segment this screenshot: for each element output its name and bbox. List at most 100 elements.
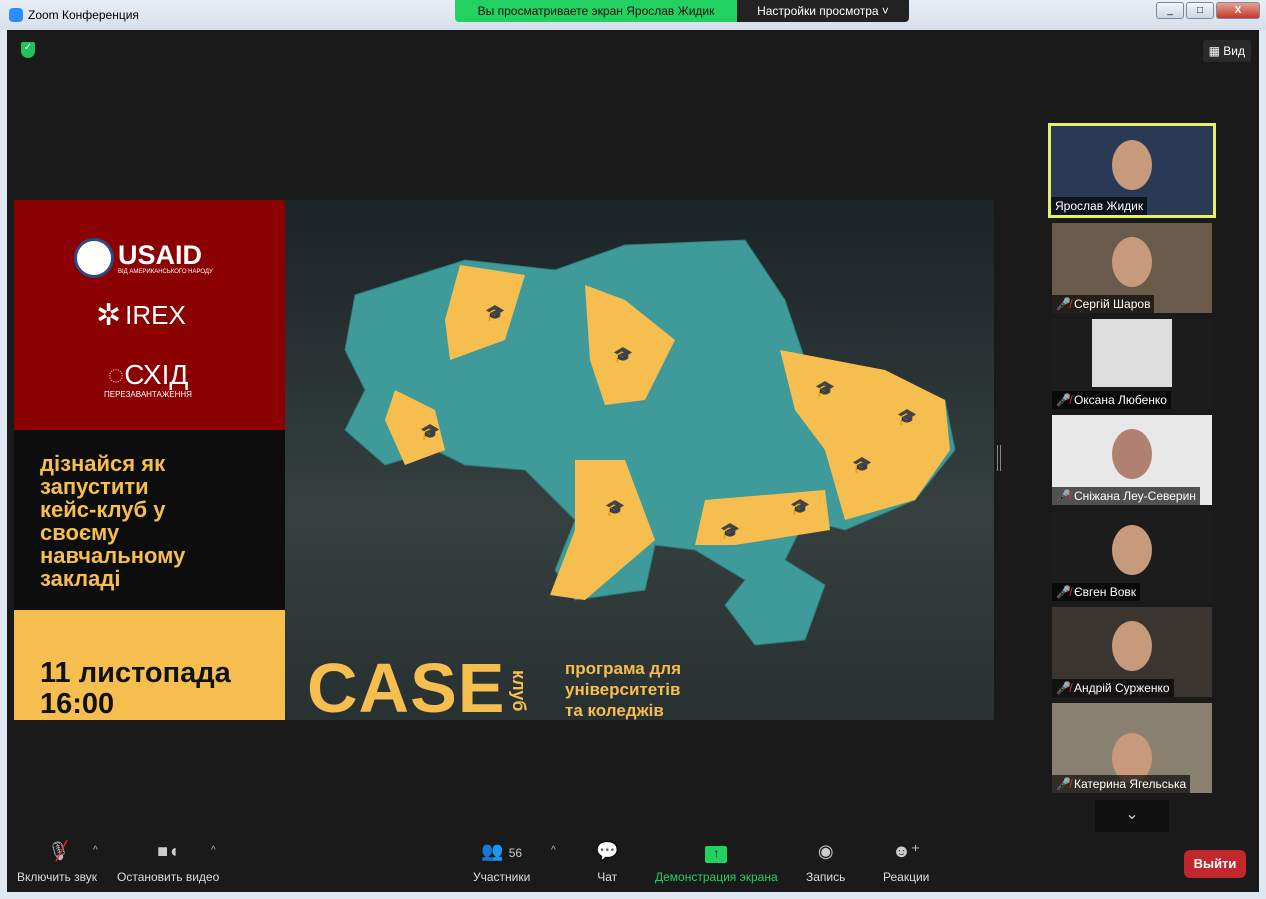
view-settings-label: Настройки просмотра: [757, 4, 879, 18]
headline-line: навчальному: [40, 543, 186, 568]
share-screen-icon: ↑: [655, 841, 778, 865]
usaid-text: USAID: [118, 239, 203, 270]
shared-screen-slide: USAID ВІД АМЕРИКАНСЬКОГО НАРОДУ ✲ IREX ◌…: [14, 200, 994, 720]
record-icon: ◉: [817, 841, 834, 861]
stop-video-button[interactable]: ■◖ Остановить видео: [117, 841, 219, 884]
security-shield-icon[interactable]: ✓: [21, 42, 35, 58]
headline-line: своєму: [40, 520, 120, 545]
scroll-down-button[interactable]: ⌄: [1095, 800, 1169, 832]
participant-name: Євген Вовк: [1073, 585, 1137, 599]
reactions-button[interactable]: ☻⁺ Реакции: [883, 841, 929, 884]
spinner-icon: ◌: [107, 359, 125, 390]
participant-name: Оксана Любенко: [1073, 393, 1167, 407]
share-screen-button[interactable]: ↑ Демонстрация экрана: [655, 841, 778, 884]
participant-name: Сніжана Леу-Северин: [1073, 489, 1196, 503]
video-tile[interactable]: 🎤̸ Євген Вовк: [1052, 511, 1212, 601]
svg-text:🎓: 🎓: [720, 523, 740, 540]
program-line: та коледжів: [565, 701, 664, 720]
usaid-seal-icon: [74, 238, 114, 278]
participant-name: Ярослав Жидик: [1051, 197, 1148, 215]
video-tile[interactable]: Ярослав Жидик: [1048, 123, 1216, 218]
muted-mic-icon: 🎤̸: [1056, 585, 1071, 599]
participants-icon: 👥 56: [481, 841, 523, 861]
case-title: CASE: [307, 649, 506, 720]
headline-line: запустити: [40, 474, 149, 499]
muted-mic-icon: 🎤̸: [1056, 681, 1071, 695]
svg-text:🎓: 🎓: [815, 381, 835, 398]
event-time: 16:00: [40, 688, 115, 720]
chevron-down-icon: ⌄: [1125, 806, 1139, 823]
logos-panel: USAID ВІД АМЕРИКАНСЬКОГО НАРОДУ ✲ IREX ◌…: [14, 200, 285, 430]
reaction-emoji-icon: ☻⁺: [891, 841, 921, 861]
stop-video-label: Остановить видео: [117, 870, 220, 884]
audio-options-caret[interactable]: ^: [93, 845, 98, 856]
participant-video: [1112, 429, 1152, 479]
panel-resize-handle[interactable]: [997, 445, 1001, 471]
svg-text:🎓: 🎓: [420, 424, 440, 441]
meeting-toolbar: 🎙╱ Включить звук ^ ■◖ Остановить видео ^ 👥…: [7, 835, 1259, 892]
meeting-area: ✓ ▦ Вид USAID ВІД АМЕРИКАНСЬКОГО НАРОДУ …: [7, 30, 1259, 892]
participant-name-tag: 🎤̸ Сергій Шаров: [1052, 295, 1155, 313]
irex-text: IREX: [125, 300, 186, 330]
chat-label: Чат: [597, 870, 618, 884]
video-tile[interactable]: 🎤̸ Сніжана Леу-Северин: [1052, 415, 1212, 505]
video-options-caret[interactable]: ^: [211, 845, 216, 856]
date-panel: 11 листопада 16:00: [14, 610, 285, 720]
view-settings-dropdown[interactable]: Настройки просмотра ˅: [737, 0, 909, 22]
svg-text:🎓: 🎓: [605, 500, 625, 517]
conference-room-background: 🎓 🎓 🎓 🎓 🎓 🎓 🎓 🎓 🎓: [285, 200, 994, 720]
close-button[interactable]: X: [1216, 2, 1260, 19]
video-tile[interactable]: 🎤̸ Катерина Ягельська: [1052, 703, 1212, 793]
view-button[interactable]: ▦ Вид: [1202, 40, 1251, 62]
participants-button[interactable]: 👥 56 Участники: [473, 841, 530, 884]
app-title: Zoom Конференция: [28, 8, 139, 22]
unmute-button[interactable]: 🎙╱ Включить звук: [17, 841, 97, 884]
klub-label: клуб: [509, 670, 529, 712]
zoom-logo-icon: [9, 8, 23, 22]
participant-photo: [1092, 319, 1172, 387]
svg-text:🎓: 🎓: [897, 409, 917, 426]
program-text: програма для університетів та коледжів: [565, 658, 681, 720]
record-button[interactable]: ◉ Запись: [806, 841, 845, 884]
unmute-label: Включить звук: [17, 870, 98, 884]
video-tile[interactable]: 🎤̸ Сергій Шаров: [1052, 223, 1212, 313]
event-date: 11 листопада: [40, 657, 231, 689]
participant-video: [1112, 525, 1152, 575]
irex-emblem-icon: ✲: [96, 299, 122, 332]
participant-name-tag: 🎤̸ Євген Вовк: [1052, 583, 1141, 601]
headline-line: дізнайся як: [40, 451, 166, 476]
chat-button[interactable]: 💬 Чат: [596, 841, 618, 884]
muted-mic-icon: 🎤̸: [1056, 489, 1071, 503]
record-label: Запись: [806, 870, 846, 884]
skhid-subtitle: ПЕРЕЗАВАНТАЖЕННЯ: [104, 390, 192, 399]
participant-name: Сергій Шаров: [1073, 297, 1151, 311]
view-label: Вид: [1223, 44, 1245, 58]
headline-panel: дізнайся як запустити кейс-клуб у своєму…: [14, 430, 285, 610]
skhid-logo: ◌СХІД ПЕРЕЗАВАНТАЖЕННЯ: [104, 359, 192, 400]
svg-text:🎓: 🎓: [852, 457, 872, 474]
reactions-label: Реакции: [883, 870, 930, 884]
muted-mic-icon: 🎤̸: [1056, 393, 1071, 407]
screen-share-banner: Вы просматриваете экран Ярослав Жидик: [455, 0, 737, 22]
video-tile[interactable]: 🎤̸ Оксана Любенко: [1052, 319, 1212, 409]
video-tile[interactable]: 🎤̸ Андрій Сурженко: [1052, 607, 1212, 697]
video-camera-icon: ■◖: [157, 841, 179, 861]
usaid-logo: USAID ВІД АМЕРИКАНСЬКОГО НАРОДУ: [74, 238, 213, 278]
participants-label: Участники: [473, 870, 531, 884]
leave-button[interactable]: Выйти: [1184, 850, 1246, 878]
usaid-subtitle: ВІД АМЕРИКАНСЬКОГО НАРОДУ: [118, 268, 213, 275]
participant-name: Андрій Сурженко: [1073, 681, 1170, 695]
headline-line: кейс-клуб у: [40, 497, 166, 522]
participants-options-caret[interactable]: ^: [551, 845, 556, 856]
maximize-button[interactable]: □: [1186, 2, 1214, 19]
program-line: програма для: [565, 659, 681, 678]
participant-name-tag: 🎤̸ Андрій Сурженко: [1052, 679, 1174, 697]
participant-name: Катерина Ягельська: [1073, 777, 1187, 791]
muted-mic-icon: 🎤̸: [1056, 297, 1071, 311]
svg-text:🎓: 🎓: [485, 305, 505, 322]
muted-mic-icon: 🎤̸: [1056, 777, 1071, 791]
irex-logo: ✲ IREX: [96, 298, 186, 333]
share-screen-label: Демонстрация экрана: [655, 870, 778, 884]
participant-video: [1112, 140, 1152, 190]
minimize-button[interactable]: _: [1156, 2, 1184, 19]
